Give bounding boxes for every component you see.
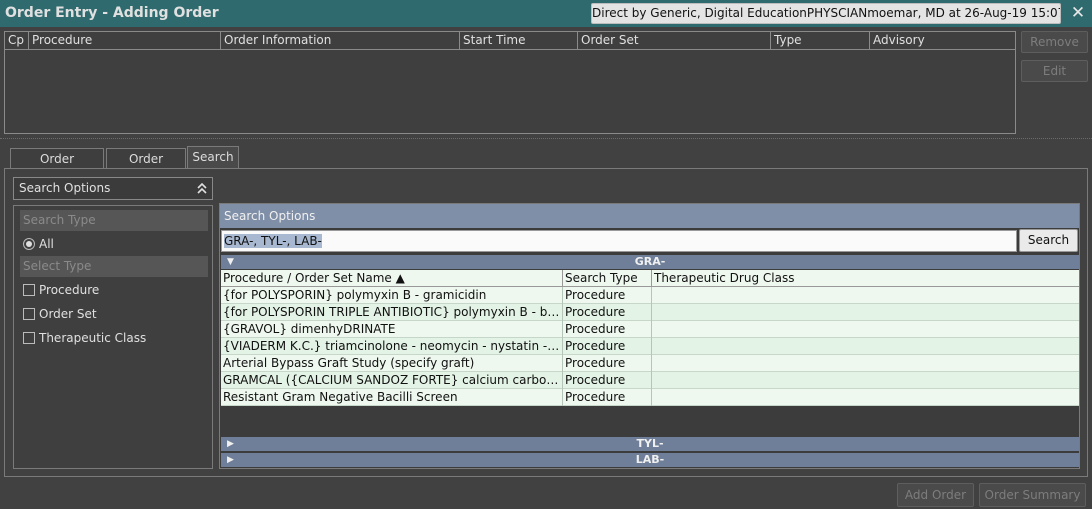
checkbox-icon [23,284,35,296]
search-input[interactable]: GRA-, TYL-, LAB- [221,230,1017,252]
radio-selected-icon [23,238,35,250]
column-header-cp[interactable]: Cp [5,32,29,50]
cell-drug-class [652,287,1079,304]
checkbox-icon [23,332,35,344]
tab-search[interactable]: Search [187,146,239,169]
checkbox-label: Therapeutic Class [39,331,147,345]
cell-drug-class [652,389,1079,406]
close-icon[interactable]: ✕ [1068,3,1088,23]
collapsed-triangle-icon: ▶ [227,455,234,465]
cell-drug-class [652,304,1079,321]
search-type-all-radio[interactable]: All [23,235,54,253]
table-row[interactable]: {GRAVOL} dimenhyDRINATE Procedure [221,321,1079,338]
column-header-type[interactable]: Type [771,32,870,50]
checkbox-icon [23,308,35,320]
cell-name: Resistant Gram Negative Bacilli Screen [221,389,563,406]
remove-button[interactable]: Remove [1021,31,1088,53]
search-options-toggle-label: Search Options [19,181,111,195]
column-header-therapeutic-drug-class[interactable]: Therapeutic Drug Class [652,270,1079,287]
order-set-checkbox[interactable]: Order Set [23,305,97,323]
group-header-lab[interactable]: ▶ LAB- [221,453,1079,467]
cell-name: GRAMCAL ({CALCIUM SANDOZ FORTE} calcium … [223,372,563,389]
add-order-button[interactable]: Add Order [897,483,974,507]
cell-name: Arterial Bypass Graft Study (specify gra… [221,355,563,372]
column-header-procedure[interactable]: Procedure [29,32,221,50]
collapsed-triangle-icon: ▶ [227,439,234,449]
cell-search-type: Procedure [563,338,652,355]
table-row[interactable]: {for POLYSPORIN} polymyxin B - gramicidi… [221,287,1079,304]
expanded-triangle-icon: ▼ [227,257,234,267]
table-row[interactable]: GRAMCAL ({CALCIUM SANDOZ FORTE} calcium … [221,372,1079,389]
cell-search-type: Procedure [563,389,652,406]
column-header-name[interactable]: Procedure / Order Set Name ▲ [221,270,563,287]
cell-search-type: Procedure [563,287,652,304]
cell-drug-class [652,321,1079,338]
cell-drug-class [652,372,1079,389]
checkbox-label: Procedure [39,283,100,297]
cell-search-type: Procedure [563,321,652,338]
results-table-header: Procedure / Order Set Name ▲ Search Type… [221,270,1079,287]
order-summary-button[interactable]: Order Summary [979,483,1086,507]
search-filter-panel: Search Type All Select Type Procedure Or… [13,205,213,469]
group-label: LAB- [635,453,665,466]
results-table: Procedure / Order Set Name ▲ Search Type… [221,270,1079,406]
cell-name: {for POLYSPORIN} polymyxin B - gramicidi… [221,287,563,304]
cell-search-type: Procedure [563,355,652,372]
table-row[interactable]: {VIADERM K.C.} triamcinolone - neomycin … [221,338,1079,355]
title-bar: Order Entry - Adding Order Direct by Gen… [0,0,1092,27]
cell-name: {VIADERM K.C.} triamcinolone - neomycin … [223,338,563,355]
group-header-tyl[interactable]: ▶ TYL- [221,437,1079,451]
cell-search-type: Procedure [563,304,652,321]
table-row[interactable]: Arterial Bypass Graft Study (specify gra… [221,355,1079,372]
cell-search-type: Procedure [563,372,652,389]
search-type-header: Search Type [20,210,208,231]
table-row[interactable]: {for POLYSPORIN TRIPLE ANTIBIOTIC} polym… [221,304,1079,321]
window-title: Order Entry - Adding Order [5,5,219,21]
orders-table: Cp Procedure Order Information Start Tim… [4,31,1016,134]
checkbox-label: Order Set [39,307,97,321]
cell-name: {for POLYSPORIN TRIPLE ANTIBIOTIC} polym… [223,304,563,321]
edit-button[interactable]: Edit [1021,60,1088,82]
column-header-start-time[interactable]: Start Time [460,32,578,50]
group-label: GRA- [634,255,666,268]
group-label: TYL- [636,437,664,450]
select-type-header: Select Type [20,256,208,277]
cell-drug-class [652,338,1079,355]
column-header-order-information[interactable]: Order Information [221,32,460,50]
cell-name: {GRAVOL} dimenhyDRINATE [221,321,563,338]
radio-label: All [39,237,54,251]
column-header-search-type[interactable]: Search Type [563,270,652,287]
search-button[interactable]: Search [1019,229,1078,252]
search-results-panel: Search Options GRA-, TYL-, LAB- Search ▼… [219,203,1080,469]
orders-table-header: Cp Procedure Order Information Start Tim… [5,32,1015,50]
procedure-checkbox[interactable]: Procedure [23,281,99,299]
search-options-header: Search Options [220,204,1079,228]
search-input-value: GRA-, TYL-, LAB- [224,234,322,248]
order-context-info: Direct by Generic, Digital EducationPHYS… [591,3,1061,24]
therapeutic-class-checkbox[interactable]: Therapeutic Class [23,329,146,347]
tab-order-history[interactable]: Order History [106,148,186,186]
group-header-gra[interactable]: ▼ GRA- [221,255,1079,269]
search-options-toggle[interactable]: Search Options [13,177,213,200]
double-chevron-up-icon [196,180,208,203]
column-header-order-set[interactable]: Order Set [578,32,771,50]
cell-drug-class [652,355,1079,372]
column-header-advisory[interactable]: Advisory [870,32,1015,50]
split-divider[interactable] [0,138,1092,140]
table-row[interactable]: Resistant Gram Negative Bacilli Screen P… [221,389,1079,406]
tab-order-selection[interactable]: Order Selection [10,148,104,186]
